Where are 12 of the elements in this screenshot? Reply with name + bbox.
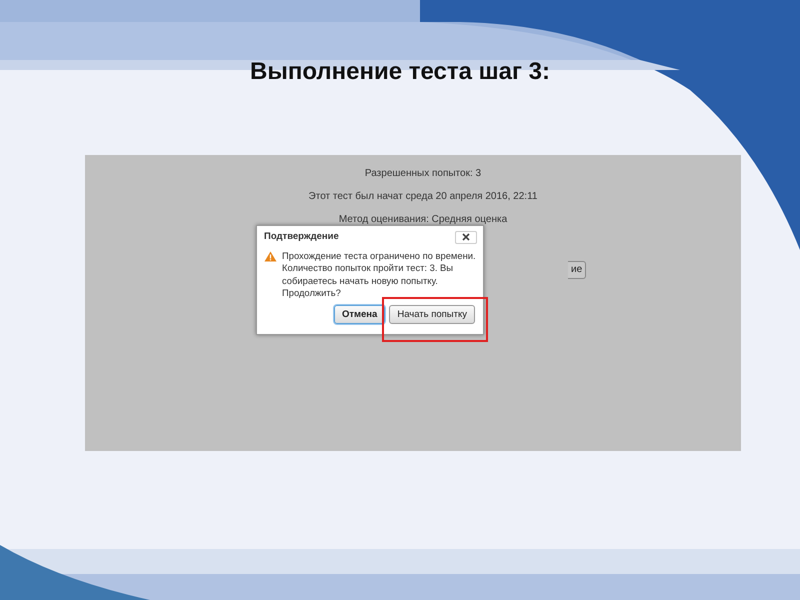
start-attempt-button[interactable]: Начать попытку — [389, 305, 475, 324]
dialog-title: Подтверждение — [264, 230, 339, 244]
close-icon — [462, 233, 470, 242]
info-text: Этот тест был начат среда 20 апреля 2016, 22:11 — [308, 190, 538, 204]
info-text: Разрешенных попыток: 3 — [364, 167, 482, 181]
slide-title: Выполнение теста шаг 3: — [249, 57, 551, 87]
warning-icon — [264, 251, 277, 262]
start-button[interactable]: ие — [568, 261, 586, 279]
cancel-button[interactable]: Отмена — [334, 305, 386, 324]
info-text: Метод оценивания: Средняя оценка — [338, 213, 508, 227]
close-button[interactable] — [455, 230, 477, 244]
dialog-message: Прохождение теста ограничено по времени. Количество попыток пройти тест: 3. Вы собираетесь начать новую попытку. Продолжить? — [282, 250, 476, 300]
